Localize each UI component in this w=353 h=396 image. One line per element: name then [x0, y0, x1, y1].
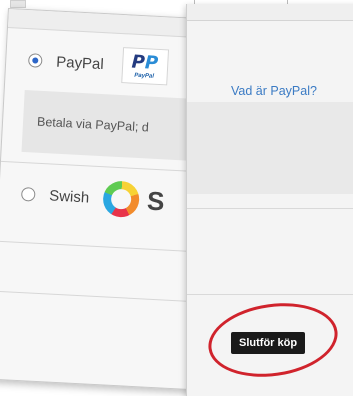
- divider: [0, 160, 201, 173]
- divider: [187, 294, 353, 295]
- divider: [0, 240, 197, 253]
- paypal-description-box: Betala via PayPal; d: [21, 89, 210, 162]
- red-circle-highlight: [203, 295, 343, 385]
- divider: [0, 290, 194, 303]
- paypal-info-link[interactable]: Vad är PayPal?: [231, 84, 317, 98]
- order-summary-panel: Vad är PayPal? Slutför köp: [186, 4, 353, 396]
- swish-radio[interactable]: [20, 186, 36, 202]
- payment-methods-panel: PayPal PP PayPal Betala via PayPal; d Sw…: [0, 8, 210, 391]
- swish-logo-icon: [102, 180, 141, 219]
- info-gray-area: [187, 102, 353, 194]
- panel-top-strip: [7, 9, 209, 39]
- swish-label: Swish: [48, 186, 90, 206]
- paypal-description: Betala via PayPal; d: [36, 114, 150, 135]
- payment-option-swish[interactable]: Swish S: [0, 171, 200, 225]
- divider: [187, 208, 353, 209]
- panel-top-strip: [187, 4, 353, 21]
- top-left-fragment: [10, 0, 26, 8]
- checkout-screenshot: PayPal PP PayPal Betala via PayPal; d Sw…: [0, 0, 353, 396]
- payment-option-paypal[interactable]: PayPal PP PayPal: [5, 37, 207, 91]
- swish-logo-text: S: [146, 185, 166, 216]
- paypal-radio[interactable]: [27, 53, 43, 68]
- paypal-logo-icon: PP PayPal: [120, 47, 169, 86]
- paypal-label: PayPal: [55, 53, 105, 73]
